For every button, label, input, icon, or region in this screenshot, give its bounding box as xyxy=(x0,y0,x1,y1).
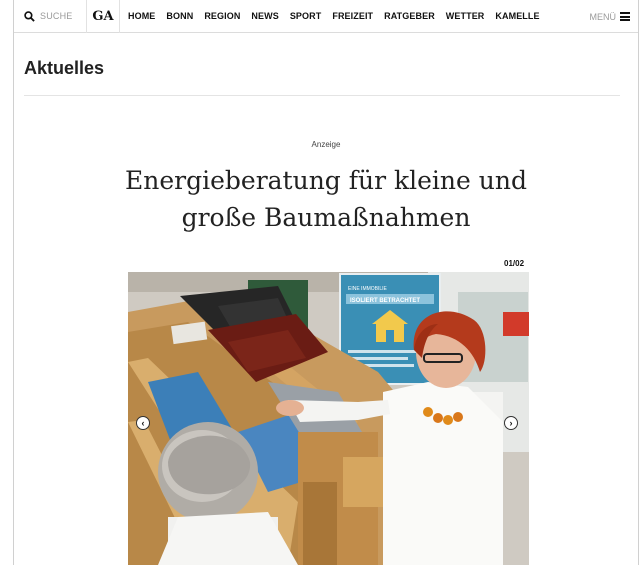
menu-button[interactable]: MENÜ xyxy=(589,0,630,33)
headline-line-2: große Baumaßnahmen xyxy=(181,203,471,232)
nav-item-bonn[interactable]: BONN xyxy=(166,11,193,21)
section-title: Aktuelles xyxy=(24,58,105,78)
photo-roof-demonstration: EINE IMMOBILIE ISOLIERT BETRACHTET xyxy=(128,272,529,565)
hamburger-icon xyxy=(620,12,630,21)
nav-item-wetter[interactable]: WETTER xyxy=(446,11,485,21)
nav-item-freizeit[interactable]: FREIZEIT xyxy=(332,11,373,21)
article-headline: Energieberatung für kleine und große Bau… xyxy=(74,162,578,236)
gallery-counter: 01/02 xyxy=(504,259,525,268)
nav-item-ratgeber[interactable]: RATGEBER xyxy=(384,11,435,21)
ad-label: Anzeige xyxy=(311,140,341,149)
nav-item-kamelle[interactable]: KAMELLE xyxy=(495,11,539,21)
search-label: SUCHE xyxy=(40,11,73,21)
logo[interactable]: GA xyxy=(87,0,120,33)
page-frame: SUCHE GA HOME BONN REGION NEWS SPORT FRE… xyxy=(13,0,639,565)
main-nav: HOME BONN REGION NEWS SPORT FREIZEIT RAT… xyxy=(120,0,551,33)
nav-item-news[interactable]: NEWS xyxy=(251,11,278,21)
search-button[interactable]: SUCHE xyxy=(14,0,87,33)
gallery-prev-button[interactable]: ‹ xyxy=(136,416,150,430)
gallery-next-button[interactable]: › xyxy=(504,416,518,430)
divider xyxy=(24,95,620,96)
nav-item-sport[interactable]: SPORT xyxy=(290,11,322,21)
poster-text-2: ISOLIERT BETRACHTET xyxy=(350,298,420,304)
nav-item-home[interactable]: HOME xyxy=(128,11,155,21)
search-icon xyxy=(24,10,35,22)
gallery-image[interactable]: EINE IMMOBILIE ISOLIERT BETRACHTET xyxy=(128,272,529,565)
poster-text-1: EINE IMMOBILIE xyxy=(348,286,388,292)
menu-label: MENÜ xyxy=(589,11,617,22)
headline-line-1: Energieberatung für kleine und xyxy=(125,166,527,195)
chevron-right-icon: › xyxy=(509,417,513,428)
nav-item-region[interactable]: REGION xyxy=(204,11,240,21)
top-navigation: SUCHE GA HOME BONN REGION NEWS SPORT FRE… xyxy=(14,0,638,33)
chevron-left-icon: ‹ xyxy=(141,417,145,428)
